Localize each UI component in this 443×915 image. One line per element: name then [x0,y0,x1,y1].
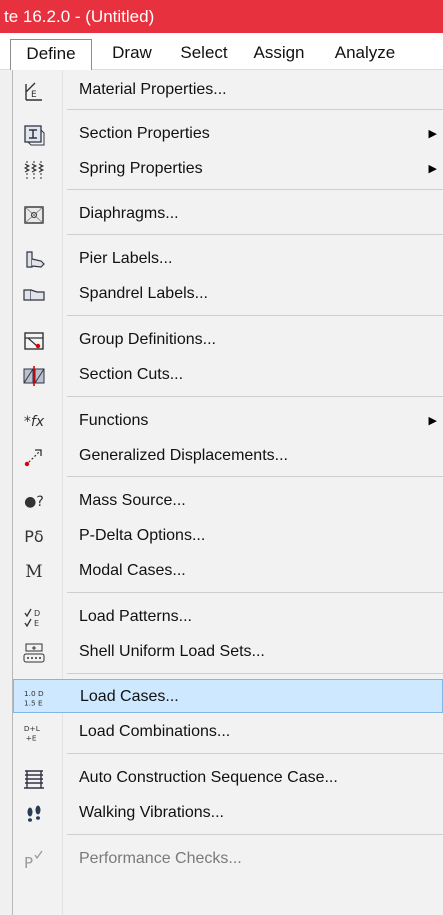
shell-uniform-load-sets-icon [23,642,45,664]
menu-item-walking-vibrations[interactable]: Walking Vibrations... [13,796,443,830]
menu-item-section-properties[interactable]: Section Properties ▶ [13,117,443,151]
menu-analyze[interactable]: Analyze [322,39,408,69]
svg-text:1.5 E: 1.5 E [24,698,43,707]
svg-text:+E: +E [26,733,37,742]
menu-item-load-combinations[interactable]: D+L +E Load Combinations... [13,715,443,749]
load-patterns-icon: DE [23,607,45,629]
menu-item-material-properties[interactable]: E Material Properties... [13,73,443,107]
menu-item-auto-construction-sequence-case[interactable]: Auto Construction Sequence Case... [13,761,443,795]
menu-item-diaphragms[interactable]: Diaphragms... [13,197,443,231]
performance-checks-icon: P [23,849,45,871]
menu-bar: Define Draw Select Assign Analyze [0,33,443,70]
menu-item-modal-cases[interactable]: M Modal Cases... [13,554,443,588]
walking-vibrations-icon [23,803,45,825]
svg-text:D+L: D+L [24,724,41,733]
mass-source-icon: ●? [24,494,44,510]
submenu-arrow-icon: ▶ [428,128,437,140]
submenu-arrow-icon: ▶ [428,163,437,175]
pier-labels-icon [23,249,45,271]
load-cases-icon: 1.0 D 1.5 E [24,687,46,709]
menu-item-load-patterns[interactable]: DE Load Patterns... [13,600,443,634]
auto-construction-sequence-icon [23,768,45,790]
p-delta-icon: Pδ [24,527,44,546]
modal-cases-icon: M [25,561,43,582]
menu-item-performance-checks: P Performance Checks... [23,849,242,871]
svg-text:E: E [34,619,39,628]
functions-icon: *fx [23,414,45,430]
section-cuts-icon [23,365,45,387]
menu-assign[interactable]: Assign [246,39,312,69]
svg-text:P: P [24,854,33,871]
menu-select[interactable]: Select [172,39,236,69]
spandrel-labels-icon [23,284,45,306]
menu-item-pier-labels[interactable]: Pier Labels... [13,242,443,276]
menu-item-section-cuts[interactable]: Section Cuts... [13,358,443,392]
window-title: te 16.2.0 - (Untitled) [0,0,443,33]
group-definitions-icon [23,330,45,352]
svg-text:E: E [31,90,37,100]
svg-text:1.0 D: 1.0 D [24,689,44,698]
material-properties-icon: E [23,80,45,102]
menu-item-load-cases[interactable]: 1.0 D 1.5 E Load Cases... [13,679,443,713]
menu-item-spandrel-labels[interactable]: Spandrel Labels... [13,277,443,311]
menu-define[interactable]: Define [10,39,92,70]
menu-draw[interactable]: Draw [104,39,160,69]
spring-properties-icon [23,159,45,181]
define-dropdown-menu: E Material Properties... Section Propert… [12,70,443,915]
menu-item-mass-source[interactable]: ●? Mass Source... [13,484,443,518]
submenu-arrow-icon: ▶ [428,415,437,427]
menu-item-p-delta-options[interactable]: Pδ P-Delta Options... [13,519,443,553]
diaphragm-icon [23,204,45,226]
menu-item-shell-uniform-load-sets[interactable]: Shell Uniform Load Sets... [13,635,443,669]
menu-item-spring-properties[interactable]: Spring Properties ▶ [13,152,443,186]
generalized-displacements-icon [23,446,45,468]
svg-text:D: D [34,609,40,618]
section-properties-icon [23,124,45,146]
menu-item-functions[interactable]: *fx Functions ▶ [13,404,443,438]
menu-item-group-definitions[interactable]: Group Definitions... [13,323,443,357]
load-combinations-icon: D+L +E [23,722,45,744]
menu-item-generalized-displacements[interactable]: Generalized Displacements... [13,439,443,473]
